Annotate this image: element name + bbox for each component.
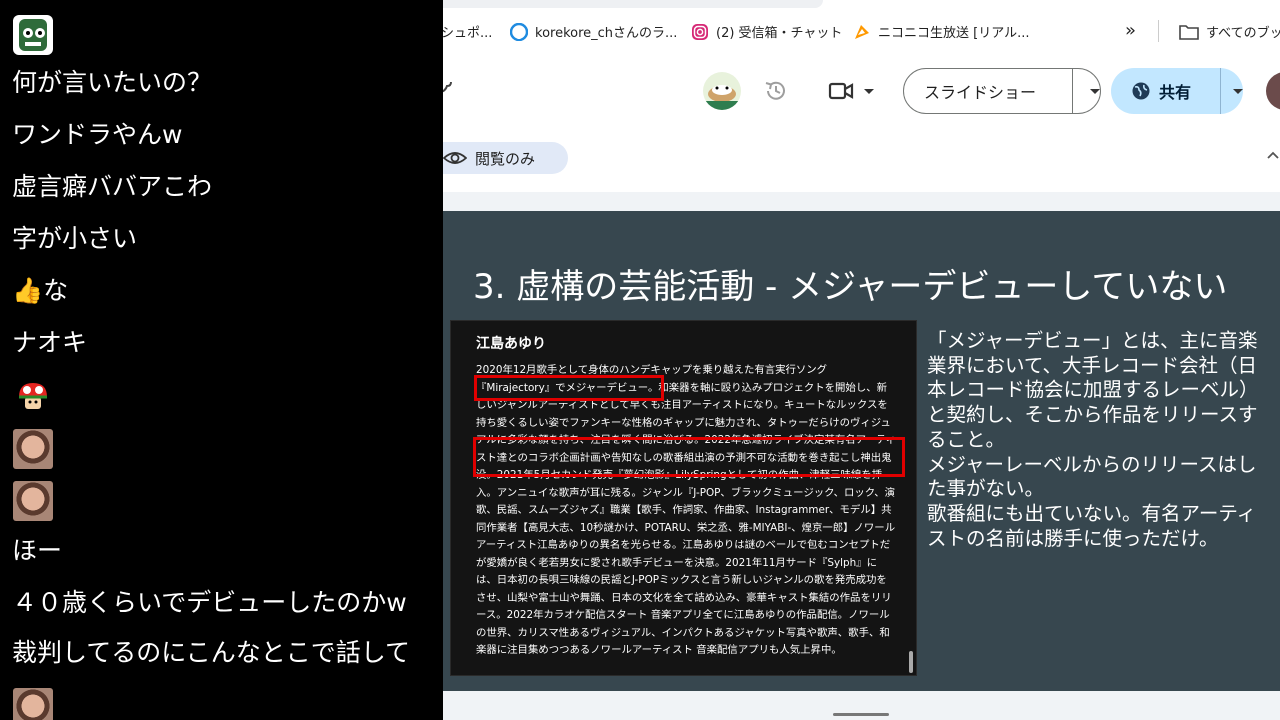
slide-title: 3. 虚構の芸能活動 - メジャーデビューしていない xyxy=(473,267,1228,307)
globe-icon xyxy=(1131,81,1151,101)
instagram-icon xyxy=(691,23,709,41)
mushroom-icon xyxy=(13,377,53,417)
bookmark-item[interactable]: シュポ... xyxy=(443,22,492,41)
folder-icon xyxy=(1179,24,1199,40)
slideshow-button[interactable]: スライドショー xyxy=(903,68,1101,114)
chat-message-row: 👍な xyxy=(12,275,68,307)
scrollbar xyxy=(909,651,913,673)
bookmarks-bar: シュポ... korekore_chさんのラ... (2) 受信箱・チャット ニ… xyxy=(443,0,1280,60)
divider xyxy=(1158,20,1159,42)
slides-toolbar: スライドショー 共有 xyxy=(443,60,1280,132)
meet-button[interactable] xyxy=(828,80,874,102)
share-button[interactable]: 共有 xyxy=(1111,68,1243,114)
tab-strip xyxy=(443,0,823,8)
bookmark-label: (2) 受信箱・チャット xyxy=(716,26,843,41)
account-avatar[interactable] xyxy=(1266,72,1280,110)
artist-name: 江島あゆり xyxy=(476,336,546,352)
chat-message: な xyxy=(43,276,69,305)
browser-window: シュポ... korekore_chさんのラ... (2) 受信箱・チャット ニ… xyxy=(443,0,1280,720)
bookmark-item[interactable]: ニコニコ生放送 [リアル... xyxy=(853,22,1029,41)
avatar xyxy=(13,688,53,720)
thumbs-up-icon: 👍 xyxy=(12,276,44,305)
artist-description: 2020年12月歌手として身体のハンデキャップを乗り越えた有言実行ソング『Mir… xyxy=(476,364,896,656)
bookmark-folder[interactable]: すべてのブック xyxy=(1179,22,1280,41)
chevron-down-icon[interactable] xyxy=(1233,88,1243,94)
niconico-icon xyxy=(853,23,871,41)
chat-message: 裁判してるのにこんなとこで話して xyxy=(12,638,411,667)
video-camera-icon xyxy=(828,80,854,102)
slideshow-label: スライドショー xyxy=(924,83,1037,102)
chat-message: ほー xyxy=(12,536,63,565)
bookmark-label: シュポ... xyxy=(443,26,493,41)
divider xyxy=(1220,68,1221,114)
chevron-down-icon xyxy=(864,88,874,94)
chat-message: 何が言いたいの？ xyxy=(12,68,213,97)
avatar xyxy=(13,481,53,521)
chat-message: 字が小さい xyxy=(12,224,138,253)
eye-icon xyxy=(443,150,467,166)
chat-message: ナオキ xyxy=(12,328,88,357)
bookmarks-overflow-button[interactable]: » xyxy=(1125,20,1136,41)
slide-body-text: 「メジャーデビュー」とは、主に音楽業界において、大手レコード会社（日本レコード協… xyxy=(927,329,1259,550)
chat-message: 虚言癖ババアこわ xyxy=(12,172,213,201)
chevron-down-icon[interactable] xyxy=(1090,88,1100,94)
bookmark-label: korekore_chさんのラ... xyxy=(535,26,678,41)
highlight-box xyxy=(474,375,664,401)
chat-message: ワンドラやんw xyxy=(12,120,183,149)
view-only-label: 閲覧のみ xyxy=(475,149,536,168)
share-label: 共有 xyxy=(1159,83,1192,102)
highlight-box xyxy=(473,437,905,477)
comment-panel: 何が言いたいの？ ワンドラやんw 虚言癖ババアこわ 字が小さい 👍な ナオキ ほ… xyxy=(0,0,443,720)
cloud-icon xyxy=(443,78,453,98)
avatar xyxy=(13,15,53,55)
divider xyxy=(1072,68,1073,114)
avatar xyxy=(13,429,53,469)
bookmark-label: すべてのブック xyxy=(1206,26,1280,41)
view-only-chip[interactable]: 閲覧のみ xyxy=(443,142,568,174)
slide: 3. 虚構の芸能活動 - メジャーデビューしていない 江島あゆり 2020年12… xyxy=(443,211,1280,691)
collapse-chevron-icon[interactable] xyxy=(1267,150,1279,160)
user-avatar[interactable] xyxy=(703,72,741,110)
bookmark-label: ニコニコ生放送 [リアル... xyxy=(878,26,1030,41)
bookmark-item[interactable]: (2) 受信箱・チャット xyxy=(691,22,842,41)
twitcasting-icon xyxy=(510,22,528,41)
resize-handle[interactable] xyxy=(833,713,889,716)
profile-screenshot-card: 江島あゆり 2020年12月歌手として身体のハンデキャップを乗り越えた有言実行ソ… xyxy=(450,320,917,676)
history-icon[interactable] xyxy=(763,78,789,104)
chevron-right-icon: » xyxy=(1125,20,1137,41)
bookmark-item[interactable]: korekore_chさんのラ... xyxy=(510,22,677,41)
chat-message: ４０歳くらいでデビューしたのかw xyxy=(12,588,407,617)
